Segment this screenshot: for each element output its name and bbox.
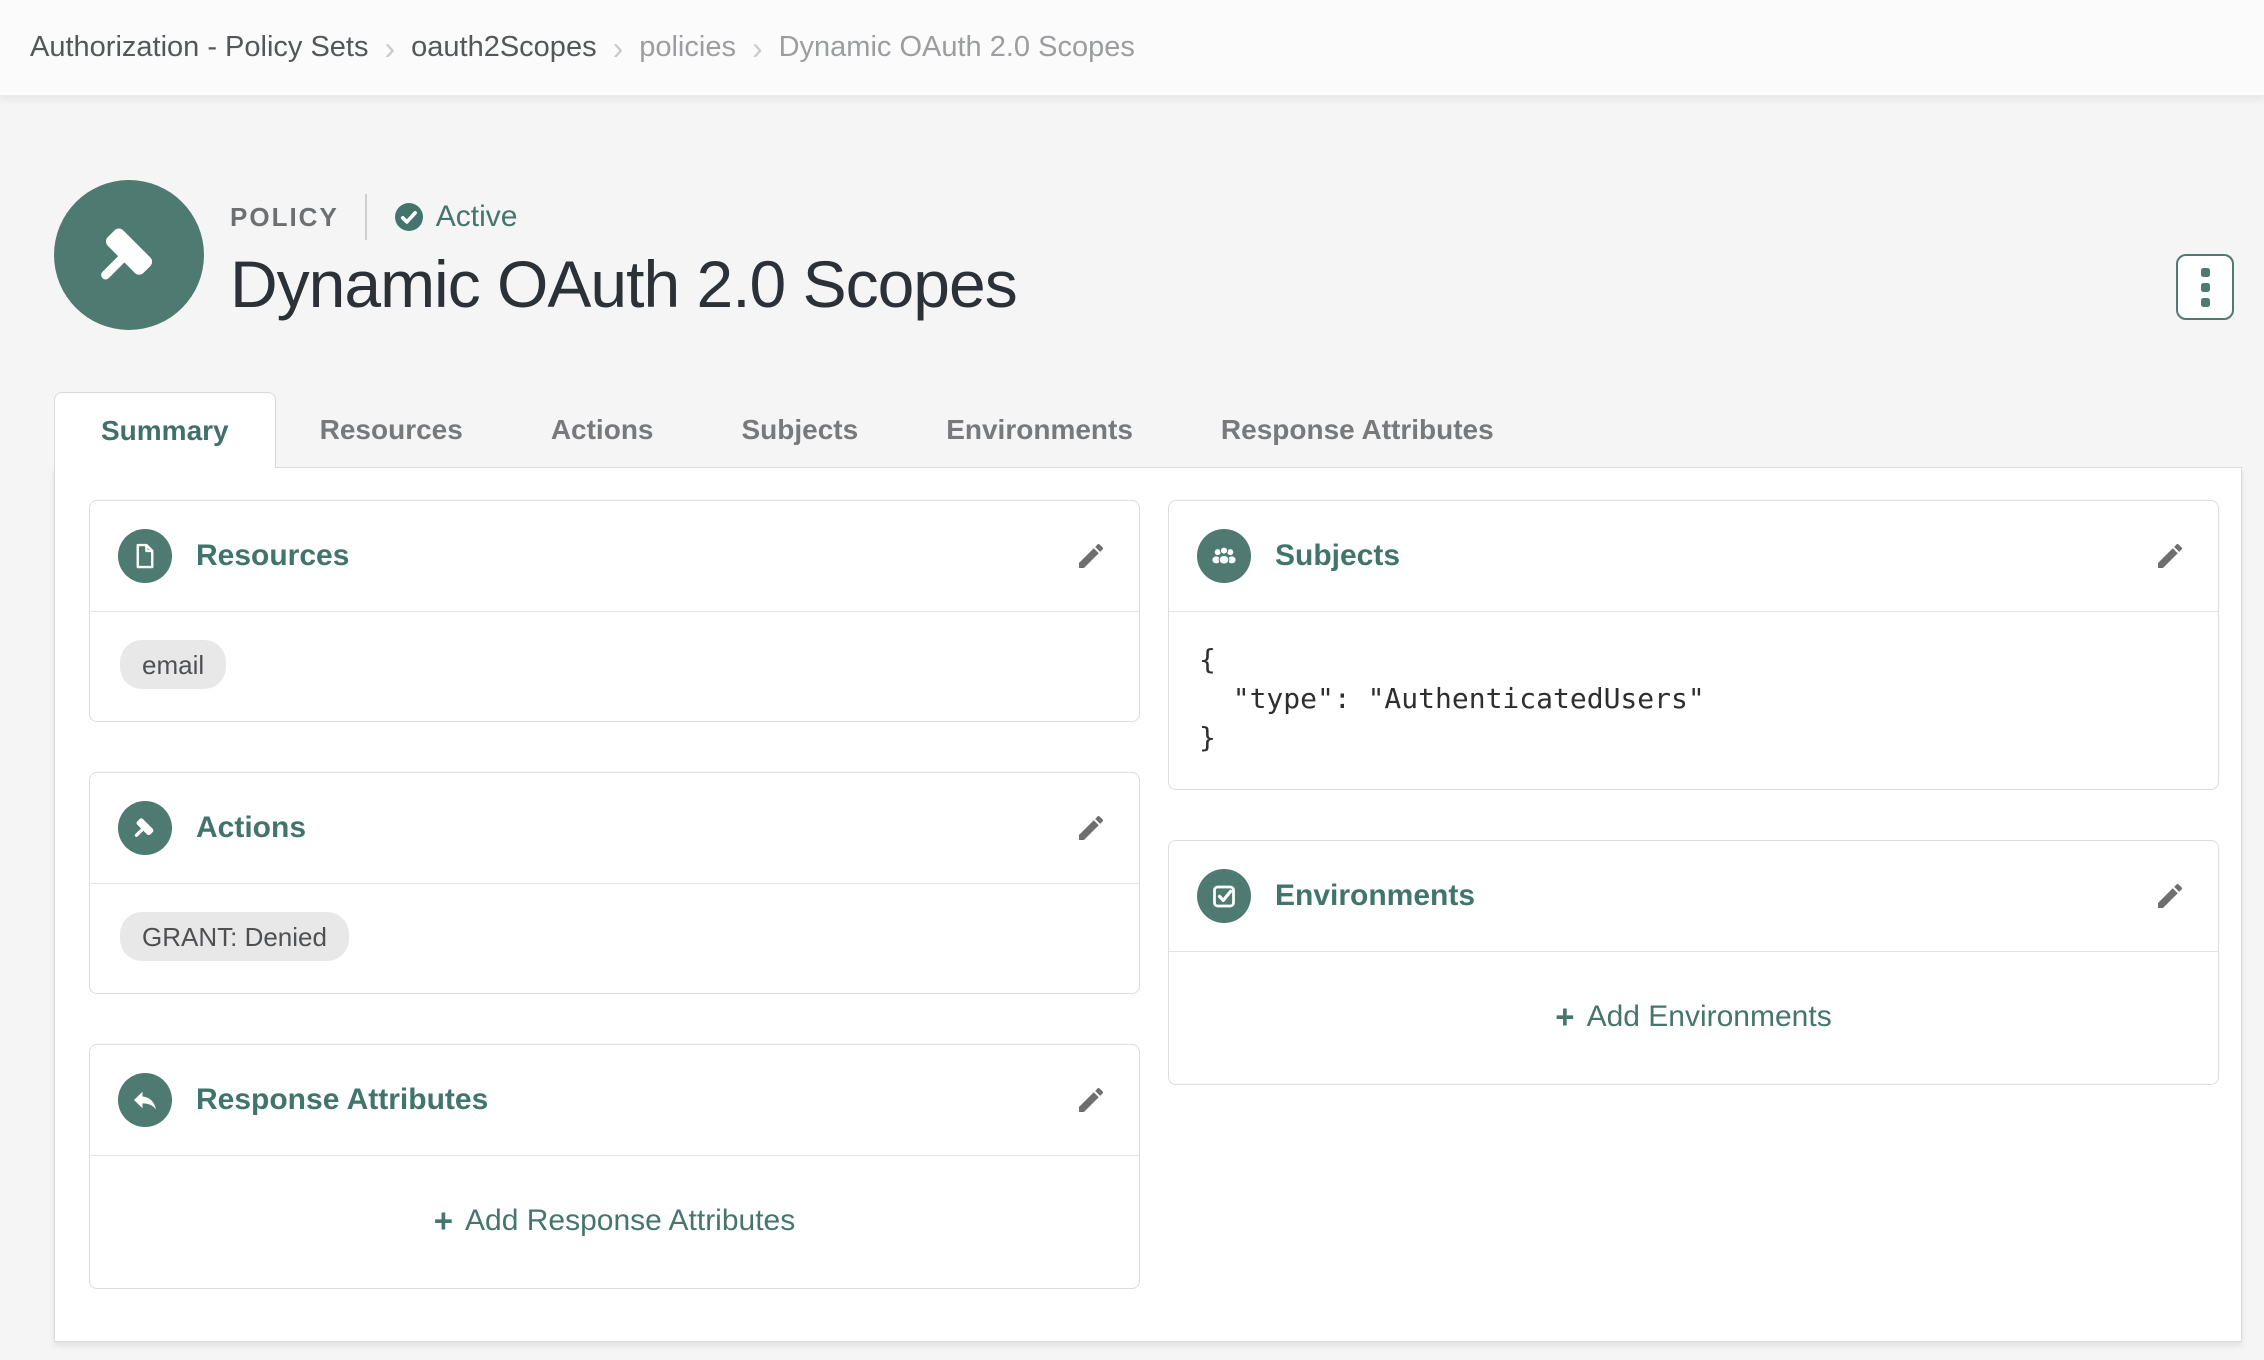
kebab-vertical-icon — [2200, 297, 2210, 307]
edit-actions-button[interactable] — [1071, 808, 1111, 848]
page-title: Dynamic OAuth 2.0 Scopes — [230, 247, 1018, 321]
subjects-card-title: Subjects — [1275, 538, 1401, 572]
response-attributes-card-title: Response Attributes — [196, 1082, 489, 1116]
tab-label: Environments — [946, 413, 1133, 445]
actions-card-header: Actions — [90, 773, 1139, 884]
policy-meta-row: POLICY Active — [230, 194, 1017, 240]
add-environments-button[interactable]: + Add Environments — [1555, 1000, 1831, 1034]
chevron-right-icon: › — [384, 29, 396, 66]
breadcrumb-item-oauth2scopes[interactable]: oauth2Scopes — [411, 31, 596, 64]
check-square-icon — [1197, 868, 1251, 923]
left-column: Resources email Actions GRANT: Denied Re… — [89, 499, 1140, 1341]
response-attributes-card: Response Attributes + Add Response Attri… — [89, 1043, 1140, 1289]
actions-card-title: Actions — [196, 810, 307, 844]
tab-resources[interactable]: Resources — [276, 393, 507, 467]
pencil-icon — [1079, 815, 1104, 840]
gavel-icon — [118, 800, 172, 855]
summary-panel: Resources email Actions GRANT: Denied Re… — [54, 466, 2242, 1342]
edit-subjects-button[interactable] — [2150, 536, 2190, 576]
reply-arrow-icon — [118, 1072, 172, 1127]
action-tag: GRANT: Denied — [120, 911, 349, 961]
response-attributes-card-body: + Add Response Attributes — [90, 1156, 1139, 1288]
tab-bar: Summary Resources Actions Subjects Envir… — [54, 392, 2242, 468]
subjects-card-header: Subjects — [1169, 501, 2218, 612]
tab-label: Resources — [319, 413, 463, 445]
add-response-attributes-label: Add Response Attributes — [465, 1203, 796, 1237]
actions-card: Actions GRANT: Denied — [89, 771, 1140, 994]
policy-header-text: POLICY Active Dynamic OAuth 2.0 Scopes — [230, 180, 1018, 321]
tab-response-attributes[interactable]: Response Attributes — [1177, 393, 1538, 467]
resources-card-header: Resources — [90, 501, 1139, 612]
actions-card-body: GRANT: Denied — [90, 884, 1139, 993]
edit-environments-button[interactable] — [2150, 876, 2190, 916]
kebab-vertical-icon — [2200, 267, 2210, 277]
pencil-icon — [1079, 543, 1104, 568]
breadcrumb-bar: Authorization - Policy Sets › oauth2Scop… — [0, 0, 2264, 96]
chevron-right-icon: › — [612, 29, 624, 66]
tab-subjects[interactable]: Subjects — [698, 393, 903, 467]
pencil-icon — [2158, 883, 2183, 908]
tab-actions[interactable]: Actions — [507, 393, 698, 467]
tab-label: Subjects — [741, 413, 859, 445]
resources-card-body: email — [90, 612, 1139, 721]
document-icon — [118, 528, 172, 583]
status-label: Active — [435, 200, 518, 233]
gavel-icon — [101, 228, 153, 280]
breadcrumb-item-policy-sets[interactable]: Authorization - Policy Sets — [30, 31, 368, 64]
users-icon — [1197, 528, 1251, 583]
breadcrumb-item-policies[interactable]: policies — [639, 31, 736, 64]
environments-card-header: Environments — [1169, 841, 2218, 952]
right-column: Subjects { "type": "AuthenticatedUsers" … — [1168, 499, 2219, 1341]
subjects-json: { "type": "AuthenticatedUsers" } — [1199, 642, 1705, 754]
check-circle-icon — [394, 203, 423, 231]
resource-tag: email — [120, 639, 227, 689]
add-environments-label: Add Environments — [1586, 999, 1832, 1033]
breadcrumb-item-current: Dynamic OAuth 2.0 Scopes — [778, 31, 1135, 63]
pencil-icon — [1079, 1087, 1104, 1112]
edit-resources-button[interactable] — [1071, 536, 1111, 576]
plus-icon: + — [1555, 998, 1575, 1035]
pencil-icon — [2158, 543, 2183, 568]
policy-avatar — [54, 180, 204, 330]
resources-card: Resources email — [89, 499, 1140, 722]
response-attributes-card-header: Response Attributes — [90, 1045, 1139, 1156]
tab-summary[interactable]: Summary — [54, 392, 276, 468]
vertical-divider — [364, 194, 367, 240]
resources-card-title: Resources — [196, 538, 350, 572]
environments-card-title: Environments — [1275, 878, 1476, 912]
policy-type-label: POLICY — [230, 201, 339, 232]
tab-environments[interactable]: Environments — [902, 393, 1177, 467]
environments-card: Environments + Add Environments — [1168, 839, 2219, 1085]
more-options-button[interactable] — [2176, 254, 2234, 320]
breadcrumb: Authorization - Policy Sets › oauth2Scop… — [30, 31, 1135, 64]
environments-card-body: + Add Environments — [1169, 952, 2218, 1084]
tab-label: Summary — [101, 414, 229, 446]
subjects-card-body: { "type": "AuthenticatedUsers" } — [1169, 612, 2218, 789]
policy-header: POLICY Active Dynamic OAuth 2.0 Scopes — [54, 180, 2234, 330]
tab-label: Actions — [550, 413, 654, 445]
kebab-vertical-icon — [2200, 282, 2210, 292]
tab-label: Response Attributes — [1220, 413, 1494, 445]
chevron-right-icon: › — [751, 29, 763, 66]
add-response-attributes-button[interactable]: + Add Response Attributes — [434, 1204, 796, 1238]
policy-page: POLICY Active Dynamic OAuth 2.0 Scopes S… — [0, 180, 2264, 1342]
edit-response-attributes-button[interactable] — [1071, 1080, 1111, 1120]
status-badge: Active — [393, 200, 518, 234]
subjects-card: Subjects { "type": "AuthenticatedUsers" … — [1168, 499, 2219, 790]
plus-icon: + — [433, 1202, 454, 1239]
